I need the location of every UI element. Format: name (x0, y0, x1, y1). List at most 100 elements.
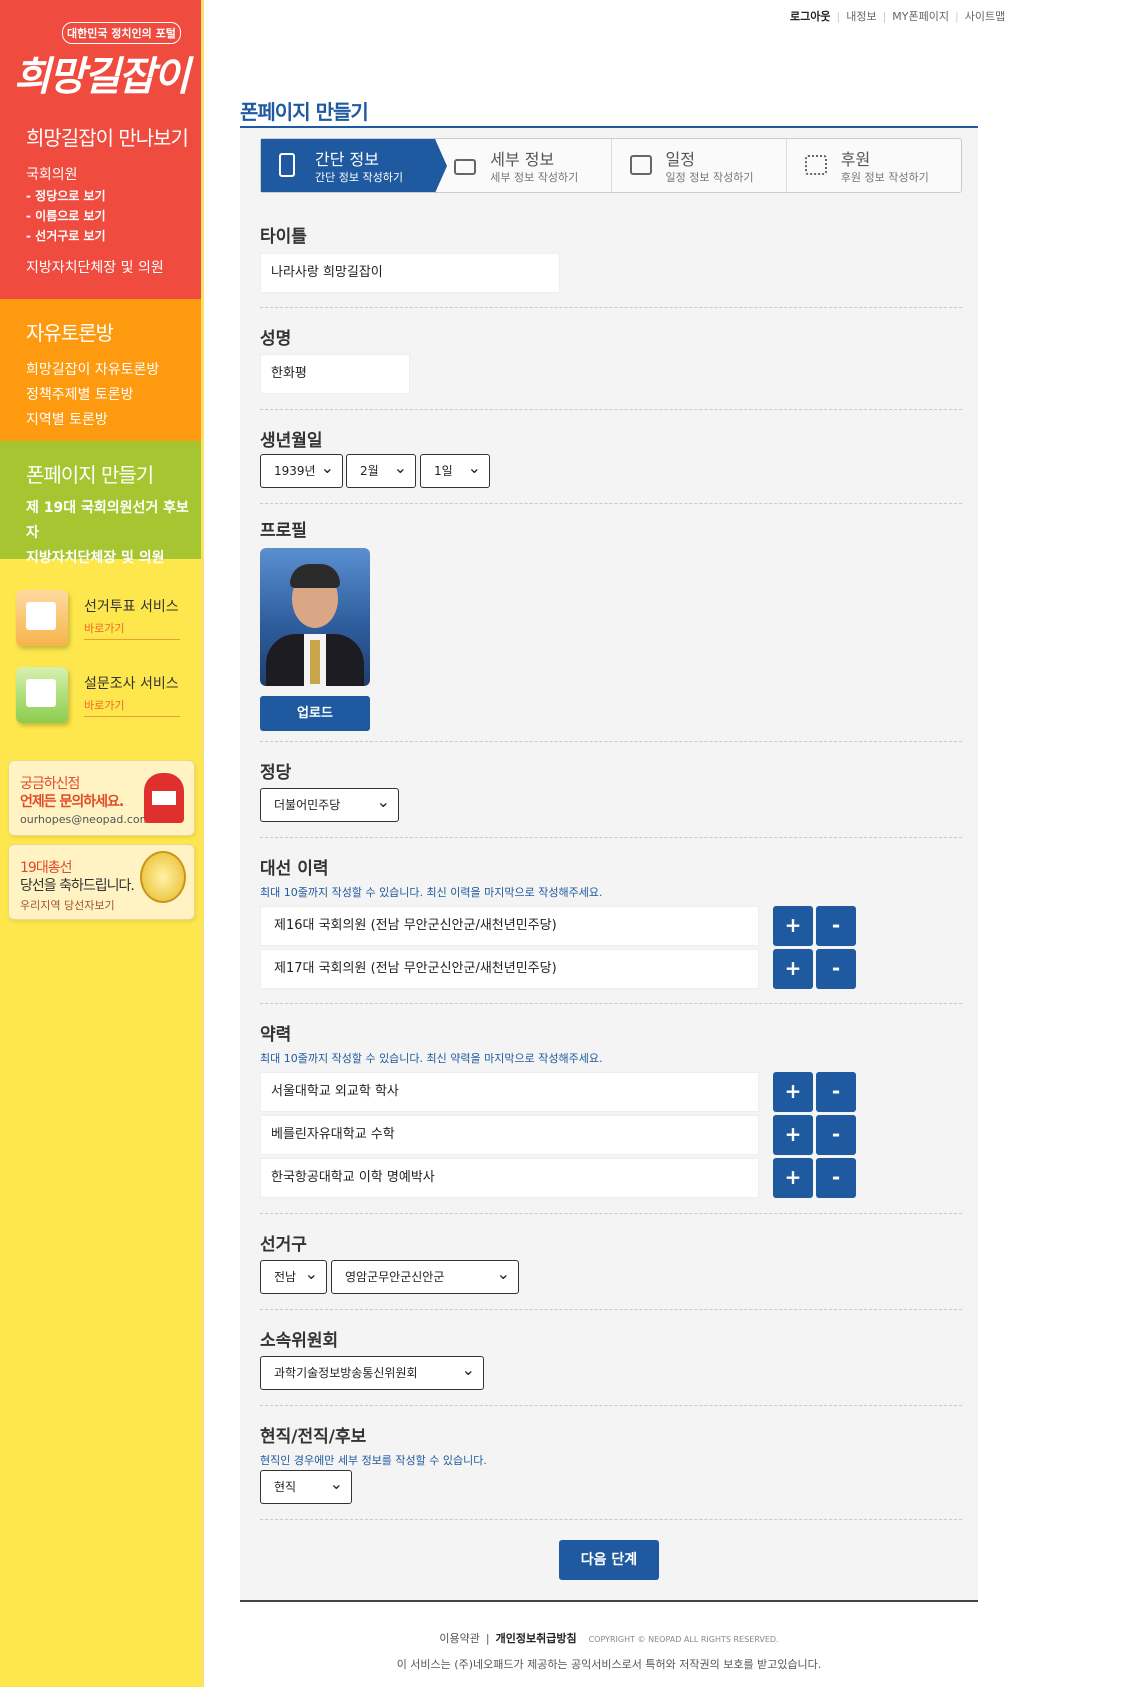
birth-label: 생년월일 (260, 431, 323, 451)
sidebar-fanpage-title[interactable]: 폰페이지 만들기 (0, 459, 201, 488)
sidebar-meet-section: 대한민국 정치인의 포털 희망길잡이 희망길잡이 만나보기 국회의원 - 정당으… (0, 0, 201, 299)
step-desc: 후원 정보 작성하기 (840, 171, 929, 184)
tab-basic-info[interactable]: 간단 정보 간단 정보 작성하기 (261, 139, 448, 193)
career-section: 약력 최대 10줄까지 작성할 수 있습니다. 최신 약력을 마지막으로 작성해… (260, 1004, 962, 1214)
profile-label: 프로필 (260, 521, 307, 541)
logout-link[interactable]: 로그아웃 (790, 10, 830, 23)
medal-icon (140, 851, 186, 903)
privacy-link[interactable]: 개인정보취급방침 (496, 1632, 577, 1645)
career-input-3[interactable]: 한국항공대학교 이학 명예박사 (260, 1158, 759, 1198)
step-name: 간단 정보 (315, 150, 379, 169)
footer-notice: 이 서비스는 (주)네오패드가 제공하는 공익서비스로서 특허와 저작권의 보호… (396, 1658, 822, 1671)
add-row-button[interactable]: + (773, 906, 813, 946)
district-label: 선거구 (260, 1235, 307, 1255)
sidebar-item-free-forum[interactable]: 희망길잡이 자유토론방 (0, 358, 201, 383)
title-input[interactable]: 나라사랑 희망길잡이 (260, 253, 560, 293)
remove-row-button[interactable]: - (816, 906, 856, 946)
site-logo[interactable]: 대한민국 정치인의 포털 희망길잡이 (14, 18, 201, 108)
name-section: 성명 한화평 (260, 308, 962, 410)
step-name: 후원 (840, 150, 871, 169)
myinfo-link[interactable]: 내정보 (846, 10, 876, 23)
vote-service-title: 선거투표 서비스 (84, 599, 179, 615)
birth-day-select[interactable]: 1일 (420, 452, 490, 488)
copyright-text: COPYRIGHT © NEOPAD ALL RIGHTS RESERVED. (588, 1635, 779, 1644)
survey-service-title: 설문조사 서비스 (84, 676, 179, 692)
step-name: 세부 정보 (490, 150, 555, 169)
add-row-button[interactable]: + (773, 1158, 813, 1198)
sidebar-item-policy-forum[interactable]: 정책주제별 토론방 (0, 383, 201, 408)
bottom-divider (240, 1600, 978, 1602)
remove-row-button[interactable]: - (816, 1158, 856, 1198)
remove-row-button[interactable]: - (816, 1072, 856, 1112)
district-region-select[interactable]: 전남 (260, 1258, 327, 1294)
tab-sponsor[interactable]: 후원 후원 정보 작성하기 (787, 139, 961, 192)
sidebar-fanpage-section: 폰페이지 만들기 제 19대 국회의원선거 후보자 지방자치단체장 및 의원 (0, 441, 201, 566)
birth-month-select[interactable]: 2월 (346, 452, 416, 488)
status-label: 현직/전직/후보 (260, 1427, 367, 1447)
step-desc: 세부 정보 작성하기 (490, 171, 579, 184)
profile-photo (260, 548, 370, 686)
sidebar-item-local-fanpage[interactable]: 지방자치단체장 및 의원 (0, 546, 201, 571)
sidebar-item-by-party[interactable]: - 정당으로 보기 (0, 186, 201, 206)
district-section: 선거구 전남 영암군무안군신안군 (260, 1214, 962, 1310)
mypage-link[interactable]: MY폰페이지 (892, 10, 949, 23)
sidebar-item-by-district[interactable]: - 선거구로 보기 (0, 226, 201, 246)
sidebar-item-assembly[interactable]: 국회의원 (0, 165, 201, 186)
vote-clipboard-icon (16, 590, 68, 646)
committee-select[interactable]: 과학기술정보방송통신위원회 (260, 1354, 484, 1390)
page-title: 폰페이지 만들기 (240, 100, 369, 124)
party-select[interactable]: 더불어민주당 (260, 786, 399, 822)
vote-service-link[interactable]: 선거투표 서비스 바로가기 (16, 590, 186, 654)
step-desc: 간단 정보 작성하기 (315, 171, 403, 184)
birth-year-select[interactable]: 1939년 (260, 452, 343, 488)
add-row-button[interactable]: + (773, 1072, 813, 1112)
sidebar-item-local-gov[interactable]: 지방자치단체장 및 의원 (0, 258, 201, 279)
election-history-input-2[interactable]: 제17대 국회의원 (전남 무안군신안군/새천년민주당) (260, 949, 759, 989)
vote-service-go[interactable]: 바로가기 (84, 620, 180, 640)
congrats-line1: 19대총선 (20, 860, 72, 876)
step-tabs: 간단 정보 간단 정보 작성하기 세부 정보 세부 정보 작성하기 일정 일정 … (260, 138, 962, 193)
remove-row-button[interactable]: - (816, 949, 856, 989)
next-step-button[interactable]: 다음 단계 (559, 1540, 659, 1580)
sitemap-link[interactable]: 사이트맵 (965, 10, 1005, 23)
sidebar-item-by-name[interactable]: - 이름으로 보기 (0, 206, 201, 226)
tab-schedule[interactable]: 일정 일정 정보 작성하기 (612, 139, 787, 192)
election-history-section: 대선 이력 최대 10줄까지 작성할 수 있습니다. 최신 이력을 마지막으로 … (260, 838, 962, 1004)
election-history-input-1[interactable]: 제16대 국회의원 (전남 무안군신안군/새천년민주당) (260, 906, 759, 946)
remove-row-button[interactable]: - (816, 1115, 856, 1155)
name-input[interactable]: 한화평 (260, 354, 410, 394)
sidebar-forum-title[interactable]: 자유토론방 (0, 317, 201, 346)
career-input-1[interactable]: 서울대학교 외교학 학사 (260, 1072, 759, 1112)
career-label: 약력 (260, 1025, 292, 1045)
survey-notepad-icon (16, 667, 68, 723)
career-input-2[interactable]: 베를린자유대학교 수학 (260, 1115, 759, 1155)
form-panel: 간단 정보 간단 정보 작성하기 세부 정보 세부 정보 작성하기 일정 일정 … (240, 128, 978, 1600)
election-history-label: 대선 이력 (260, 859, 329, 879)
district-select[interactable]: 영암군무안군신안군 (331, 1258, 519, 1294)
profile-section: 프로필 업로드 (260, 504, 962, 742)
add-row-button[interactable]: + (773, 949, 813, 989)
congrats-banner[interactable]: 19대총선 당선을 축하드립니다. 우리지역 당선자보기 (8, 844, 195, 920)
sidebar: 대한민국 정치인의 포털 희망길잡이 희망길잡이 만나보기 국회의원 - 정당으… (0, 0, 204, 1687)
terms-link[interactable]: 이용약관 (439, 1632, 479, 1645)
step-name: 일정 (665, 150, 695, 169)
tab-detail-info[interactable]: 세부 정보 세부 정보 작성하기 (436, 139, 612, 192)
logo-tagline: 대한민국 정치인의 포털 (62, 22, 181, 44)
name-label: 성명 (260, 329, 292, 349)
survey-service-link[interactable]: 설문조사 서비스 바로가기 (16, 667, 186, 731)
upload-button[interactable]: 업로드 (260, 696, 370, 731)
party-label: 정당 (260, 763, 292, 783)
survey-service-go[interactable]: 바로가기 (84, 697, 180, 717)
sidebar-item-candidates[interactable]: 제 19대 국회의원선거 후보자 (0, 496, 201, 546)
congrats-line3: 우리지역 당선자보기 (20, 899, 115, 912)
committee-section: 소속위원회 과학기술정보방송통신위원회 (260, 1310, 962, 1406)
status-hint: 현직인 경우에만 세부 정보를 작성할 수 있습니다. (260, 1454, 487, 1467)
phone-icon (279, 153, 295, 177)
status-select[interactable]: 현직 (260, 1468, 352, 1504)
contact-email: ourhopes@neopad.com (20, 813, 151, 826)
sidebar-meet-title[interactable]: 희망길잡이 만나보기 (0, 122, 201, 151)
contact-banner[interactable]: 궁금하신점 언제든 문의하세요. ourhopes@neopad.com (8, 760, 195, 836)
add-row-button[interactable]: + (773, 1115, 813, 1155)
sidebar-item-region-forum[interactable]: 지역별 토론방 (0, 408, 201, 433)
sidebar-forum-section: 자유토론방 희망길잡이 자유토론방 정책주제별 토론방 지역별 토론방 (0, 299, 201, 441)
